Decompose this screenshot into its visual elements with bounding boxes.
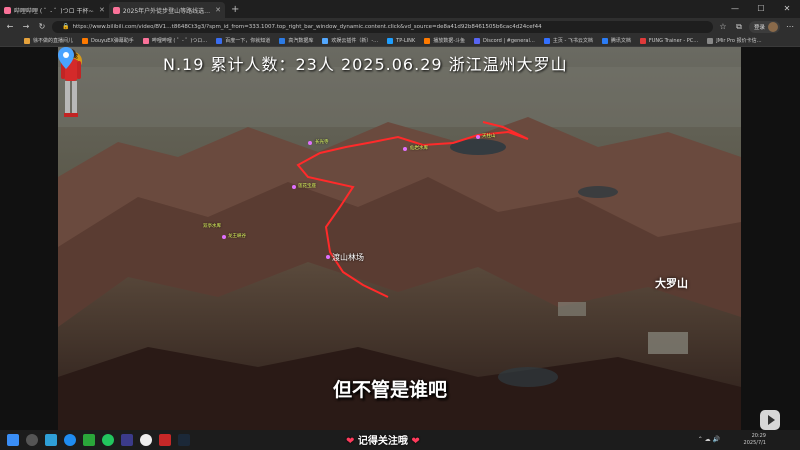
bookmark-item[interactable]: 腾讯文档 — [601, 37, 631, 44]
tab-label: 哔哩哔哩 ( ゜- ゜)つロ 干杯~-bilibili — [14, 7, 94, 15]
bilibili-icon — [4, 6, 11, 14]
steam-icon[interactable] — [178, 434, 190, 446]
heart-icon: ❤ — [411, 436, 420, 447]
reload-icon[interactable]: ↻ — [36, 22, 48, 31]
bookmark-item[interactable]: 高汽数据库 — [279, 37, 313, 44]
clock-time: 20:29 — [751, 433, 766, 439]
bookmark-item[interactable]: DouyuEX弹幕助手 — [82, 37, 134, 44]
bookmark-item[interactable]: 哔哩哔哩 ( ゜- ゜)つロ… — [142, 37, 207, 44]
video-header-text: N.19 累计人数：23人 2025.06.29 浙江温州大罗山 — [163, 55, 568, 74]
window-controls: — ☐ ✕ — [722, 0, 800, 18]
video-player[interactable]: 阿龙山顶 N.19 累计人数：23人 2025.06.29 浙江温州大罗山 龙王… — [58, 47, 741, 430]
bilibili-icon — [112, 6, 120, 14]
address-bar-row: ← → ↻ 🔒 https://www.bilibili.com/video/BV… — [0, 18, 800, 35]
place-label: 莲花宝座 — [298, 184, 316, 189]
system-clock[interactable]: 20:29 2025/7/1 — [744, 433, 766, 447]
place-label: 双亭水库 — [203, 224, 221, 229]
bookmarks-bar: 徐不做的直播间儿 DouyuEX弹幕助手 哔哩哔哩 ( ゜- ゜)つロ… 百度一… — [0, 35, 800, 47]
extensions-icon[interactable]: ⧉ — [733, 22, 745, 32]
place-label: 龙王峡谷 — [228, 234, 246, 239]
douyu-icon — [424, 37, 431, 44]
minimize-icon[interactable]: — — [722, 0, 748, 18]
edge-icon[interactable] — [64, 434, 76, 446]
close-icon[interactable]: ✕ — [215, 6, 221, 14]
url-input[interactable]: 🔒 https://www.bilibili.com/video/BV1…t864… — [52, 20, 713, 33]
star-icon[interactable]: ☆ — [717, 22, 729, 31]
page-icon — [707, 37, 714, 44]
tencent-docs-icon — [601, 37, 608, 44]
profile-label: 登录 — [753, 24, 765, 31]
close-window-icon[interactable]: ✕ — [774, 0, 800, 18]
peak-label: 大罗山 — [655, 277, 688, 290]
bookmark-item[interactable]: TP-LINK — [387, 37, 415, 44]
bookmark-item[interactable]: 播放数据-斗鱼 — [424, 37, 465, 44]
baidu-icon — [216, 37, 223, 44]
plugin-icon — [322, 37, 329, 44]
bookmark-item[interactable]: FUNG Trainer - PC… — [639, 37, 698, 44]
bookmark-item[interactable]: 主页 - 飞书云文档 — [543, 37, 593, 44]
waypoint-marker — [222, 235, 226, 239]
app-icon[interactable] — [159, 434, 171, 446]
waypoint-marker — [476, 135, 480, 139]
forward-icon[interactable]: → — [20, 22, 32, 31]
chrome-icon[interactable] — [140, 434, 152, 446]
tplink-icon — [387, 37, 394, 44]
trainer-icon — [639, 37, 646, 44]
menu-icon[interactable]: ⋯ — [784, 22, 796, 31]
place-label: 天柱山 — [482, 134, 496, 139]
forest-label: 渡山林场 — [332, 253, 364, 262]
page-content: 阿龙山顶 N.19 累计人数：23人 2025.06.29 浙江温州大罗山 龙王… — [0, 47, 800, 430]
bookmark-item[interactable]: JMir Pro 报价卡信… — [707, 37, 762, 44]
file-explorer-icon[interactable] — [45, 434, 57, 446]
profile-button[interactable]: 登录 — [748, 20, 780, 33]
heart-icon: ❤ — [346, 436, 355, 447]
avatar — [768, 21, 778, 32]
maximize-icon[interactable]: ☐ — [748, 0, 774, 18]
wechat-icon[interactable] — [102, 434, 114, 446]
bookmark-item[interactable]: 百度一下，你就知道 — [216, 37, 270, 44]
tab-current-video[interactable]: 2025年户外徒步登山等路线选… ✕ — [108, 2, 226, 18]
clock-date: 2025/7/1 — [743, 440, 766, 446]
discord-icon — [474, 37, 480, 44]
browser-titlebar: 哔哩哔哩 ( ゜- ゜)つロ 干杯~-bilibili ✕ 2025年户外徒步登… — [0, 0, 800, 18]
place-label: 长光寺 — [315, 140, 329, 145]
bilibili-icon — [142, 37, 149, 44]
lock-icon: 🔒 — [62, 22, 70, 30]
danmaku-message: ❤ 记得关注哦 ❤ — [346, 436, 420, 447]
waypoint-marker — [403, 147, 407, 151]
tab-label: 2025年户外徒步登山等路线选… — [122, 7, 211, 15]
waypoint-marker — [326, 255, 330, 259]
app-icon[interactable] — [121, 434, 133, 446]
bookmark-item[interactable]: 徐不做的直播间儿 — [24, 37, 73, 44]
terrain-map — [58, 47, 741, 430]
bookmark-item[interactable]: 欢娱云插件（新）-… — [322, 37, 378, 44]
windows-start-icon[interactable] — [7, 434, 19, 446]
waypoint-marker — [308, 141, 312, 145]
database-icon — [279, 37, 286, 44]
folder-icon — [24, 37, 30, 44]
bookmark-item[interactable]: Discord | #general… — [474, 37, 535, 44]
location-pin-icon — [58, 47, 74, 69]
close-icon[interactable]: ✕ — [99, 6, 105, 14]
settings-icon[interactable] — [26, 434, 38, 446]
tab-bilibili[interactable]: 哔哩哔哩 ( ゜- ゜)つロ 干杯~-bilibili ✕ — [0, 2, 109, 18]
new-tab-icon[interactable]: + — [231, 4, 239, 15]
url-text: https://www.bilibili.com/video/BV1…t8648… — [72, 23, 542, 30]
play-icon[interactable] — [760, 410, 780, 430]
douyu-icon — [82, 37, 89, 44]
video-subtitle: 但不管是谁吧 — [333, 379, 448, 401]
waypoint-marker — [292, 185, 296, 189]
system-tray-icons[interactable]: ⌃ ☁ 🔊 — [698, 436, 720, 443]
place-label: 仙岩水库 — [410, 146, 428, 151]
app-icon[interactable] — [83, 434, 95, 446]
back-icon[interactable]: ← — [4, 22, 16, 31]
feishu-icon — [543, 37, 550, 44]
